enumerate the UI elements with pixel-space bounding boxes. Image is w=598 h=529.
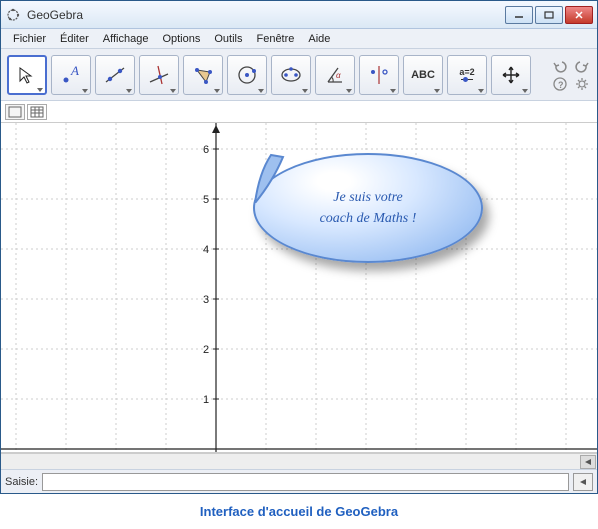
menu-editer[interactable]: Éditer (54, 31, 95, 47)
tool-move-view[interactable] (491, 55, 531, 95)
input-field[interactable] (42, 473, 569, 491)
input-history-icon[interactable] (573, 473, 593, 491)
polygon-icon (190, 62, 216, 88)
perpendicular-icon (146, 62, 172, 88)
svg-text:A: A (70, 63, 79, 78)
ellipse-icon (278, 62, 304, 88)
window-controls (505, 6, 593, 24)
reflect-icon (366, 62, 392, 88)
menu-affichage[interactable]: Affichage (97, 31, 155, 47)
tool-polygon[interactable] (183, 55, 223, 95)
menu-fenetre[interactable]: Fenêtre (250, 31, 300, 47)
menu-fichier[interactable]: Fichier (7, 31, 52, 47)
text-tool-label: ABC (411, 69, 435, 81)
tool-line[interactable] (95, 55, 135, 95)
move-view-icon (500, 64, 522, 86)
tool-angle[interactable]: α (315, 55, 355, 95)
svg-text:4: 4 (203, 244, 209, 256)
undo-icon[interactable] (551, 58, 569, 74)
bubble-tail-icon (253, 153, 287, 203)
line-two-points-icon (102, 62, 128, 88)
titlebar: GeoGebra (1, 1, 597, 29)
toolbar: A α ABC (1, 49, 597, 101)
svg-text:?: ? (558, 80, 564, 90)
tool-circle-center[interactable] (227, 55, 267, 95)
graphics-view[interactable]: 6 5 4 3 2 1 Je suis votre coach de Maths… (1, 123, 597, 453)
image-caption: Interface d'accueil de GeoGebra (0, 494, 598, 529)
help-icon[interactable]: ? (551, 76, 569, 92)
redo-icon[interactable] (573, 58, 591, 74)
window-title: GeoGebra (27, 8, 505, 22)
horizontal-scrollbar[interactable] (1, 453, 597, 469)
tool-ellipse[interactable] (271, 55, 311, 95)
tool-reflect[interactable] (359, 55, 399, 95)
angle-icon: α (322, 62, 348, 88)
tool-slider[interactable]: a=2 (447, 55, 487, 95)
bubble-line1: Je suis votre (320, 187, 417, 208)
svg-text:3: 3 (203, 294, 209, 306)
circle-center-icon (234, 62, 260, 88)
menu-aide[interactable]: Aide (302, 31, 336, 47)
input-label: Saisie: (5, 476, 38, 488)
bubble-line2: coach de Maths ! (320, 208, 417, 229)
svg-text:6: 6 (203, 144, 209, 156)
app-window: GeoGebra Fichier Éditer Affichage Option… (0, 0, 598, 494)
svg-text:α: α (336, 71, 341, 80)
menubar: Fichier Éditer Affichage Options Outils … (1, 29, 597, 49)
point-a-icon: A (58, 62, 84, 88)
tool-perpendicular[interactable] (139, 55, 179, 95)
view-strip (1, 101, 597, 123)
cursor-icon (17, 65, 37, 85)
menu-outils[interactable]: Outils (208, 31, 248, 47)
view-style-2[interactable] (27, 104, 47, 120)
settings-icon[interactable] (573, 76, 591, 92)
tool-text[interactable]: ABC (403, 55, 443, 95)
svg-text:2: 2 (203, 344, 209, 356)
maximize-button[interactable] (535, 6, 563, 24)
minimize-button[interactable] (505, 6, 533, 24)
toolbar-right-icons: ? (551, 58, 591, 92)
close-button[interactable] (565, 6, 593, 24)
speech-bubble: Je suis votre coach de Maths ! (253, 153, 483, 313)
scroll-collapse-icon[interactable] (580, 455, 596, 469)
tool-move[interactable] (7, 55, 47, 95)
view-style-1[interactable] (5, 104, 25, 120)
menu-options[interactable]: Options (156, 31, 206, 47)
slider-tool-label: a=2 (459, 67, 474, 82)
svg-text:5: 5 (203, 194, 209, 206)
svg-text:1: 1 (203, 394, 209, 406)
input-bar: Saisie: (1, 469, 597, 493)
tool-point[interactable]: A (51, 55, 91, 95)
app-icon (5, 7, 21, 23)
